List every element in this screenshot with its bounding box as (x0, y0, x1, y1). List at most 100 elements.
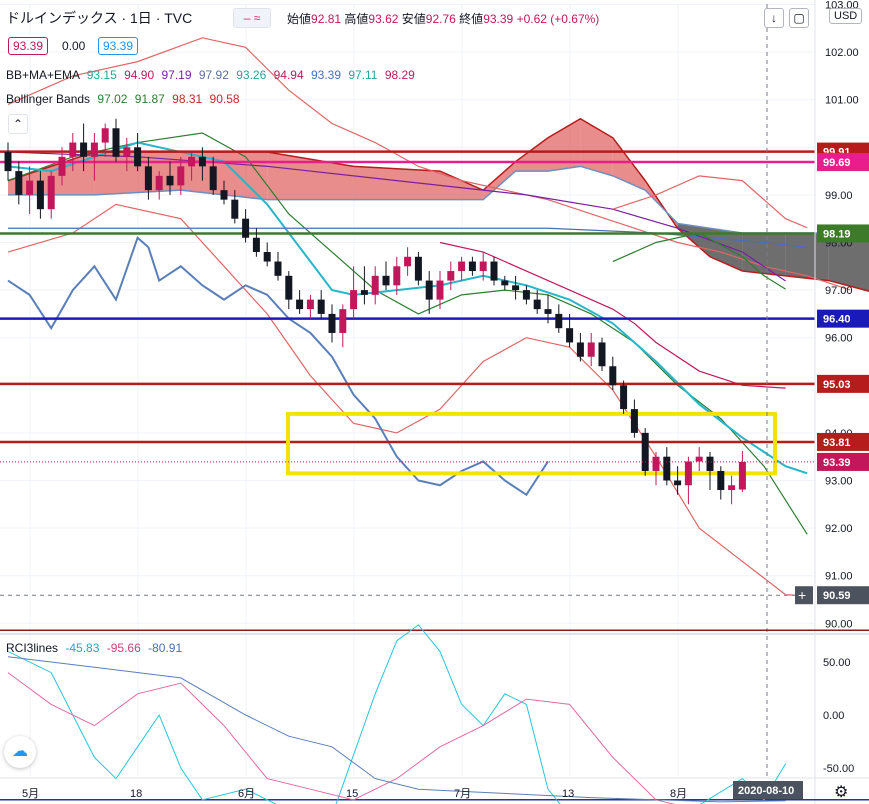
candle-body (296, 299, 304, 310)
candle-body (393, 266, 401, 286)
candle-body (69, 142, 77, 157)
tradingview-logo[interactable]: ☁ (4, 736, 36, 768)
rci-value: -45.83 (65, 641, 100, 655)
candle-body (58, 156, 66, 176)
low-label: 安値 (401, 12, 426, 26)
square-icon: ▢ (793, 11, 805, 25)
indicator-value: 94.94 (273, 68, 304, 82)
high-value: 93.62 (368, 12, 399, 26)
bid-price[interactable]: 93.39 (8, 37, 49, 55)
download-button[interactable]: ↓ (764, 8, 784, 28)
rci-tick-label: 50.00 (823, 657, 851, 669)
indicator-legend-bbmaema[interactable]: BB+MA+EMA 93.15 94.90 97.19 97.92 93.26 … (6, 68, 415, 82)
indicator-value: 93.15 (86, 68, 117, 82)
candle-body (738, 461, 746, 490)
candle-body (382, 275, 390, 286)
candle-body (166, 175, 174, 186)
crosshair-price-label: 90.59 (823, 590, 851, 602)
candle-body (533, 299, 541, 310)
candle-body (663, 456, 671, 481)
candle-body (285, 275, 293, 300)
candle-body (684, 461, 692, 486)
candle-body (144, 166, 152, 191)
candle-body (479, 261, 487, 272)
currency-label: USD (834, 10, 858, 22)
indicator-value: 97.92 (198, 68, 229, 82)
rci-tick-label: 0.00 (823, 710, 844, 722)
candle-body (674, 480, 682, 486)
symbol-title[interactable]: ドルインデックス · 1日 · TVC (6, 8, 192, 28)
candle-body (490, 261, 498, 281)
indicator-legend-bollinger[interactable]: Bollinger Bands 97.02 91.87 98.31 90.58 (6, 92, 240, 106)
candle-body (706, 456, 714, 471)
ask-value: 93.39 (103, 39, 134, 53)
indicator-value: 97.19 (161, 68, 192, 82)
candle-body (274, 261, 282, 276)
candle-body (209, 166, 217, 191)
candle-body (263, 252, 271, 262)
time-tick-label: 18 (130, 788, 142, 800)
price-tick-label: 96.00 (825, 333, 853, 345)
indicator-name: Bollinger Bands (6, 92, 91, 106)
candle-body (587, 342, 595, 357)
time-tick-label: 15 (346, 788, 358, 800)
open-label: 始値 (287, 12, 312, 26)
price-tick-label: 99.00 (825, 190, 853, 202)
change-value: +0.62 (+0.67%) (516, 12, 600, 26)
fullscreen-button[interactable]: ▢ (789, 8, 809, 28)
high-label: 高値 (344, 12, 369, 26)
chart-canvas[interactable]: 103.00102.00101.00100.0099.0098.0097.009… (0, 0, 869, 804)
candle-body (522, 290, 530, 300)
candle-body (447, 271, 455, 281)
symbol-title-text: ドルインデックス · 1日 · TVC (6, 10, 193, 26)
price-tick-label: 97.00 (825, 285, 853, 297)
plus-icon: + (798, 587, 806, 603)
candle-body (112, 128, 120, 157)
settings-gear-icon[interactable]: ⚙ (834, 782, 848, 802)
highlight-box (286, 411, 777, 476)
rci-line (7, 656, 786, 803)
collapse-legend-button[interactable]: ⌃ (8, 114, 28, 134)
spread-value: 0.00 (62, 39, 86, 53)
candle-body (15, 171, 23, 195)
price-tick-label: 101.00 (825, 95, 859, 107)
time-tick-label: 13 (562, 788, 574, 800)
low-value: 92.76 (425, 12, 456, 26)
chevron-up-icon: ⌃ (12, 117, 24, 131)
toggle-icon: – ≈ (243, 11, 261, 25)
indicator-value: 98.29 (384, 68, 415, 82)
gridlines (0, 4, 815, 776)
candle-body (90, 142, 98, 157)
currency-badge[interactable]: USD (829, 8, 863, 24)
indicator-value: 93.39 (310, 68, 341, 82)
candle-body (198, 156, 206, 167)
bid-value: 93.39 (13, 39, 44, 53)
candle-body (155, 175, 163, 191)
candle-body (576, 342, 584, 357)
time-tick-label: 6月 (238, 788, 255, 800)
candle-body (501, 280, 509, 286)
candle-body (512, 285, 520, 291)
candle-body (436, 280, 444, 300)
candle-body (4, 152, 12, 172)
rci-legend[interactable]: RCI3lines -45.83 -95.66 -80.91 (6, 641, 182, 655)
candle-body (101, 128, 109, 143)
price-tick-label: 93.00 (825, 476, 853, 488)
chart-window: 103.00102.00101.00100.0099.0098.0097.009… (0, 0, 869, 804)
ichimoku-cloud-bullish (483, 161, 516, 200)
candle-body (231, 199, 239, 219)
candle-body (630, 409, 638, 433)
rci-value: -95.66 (106, 641, 141, 655)
candle-body (328, 313, 336, 333)
ask-price[interactable]: 93.39 (98, 37, 139, 55)
candle-body (695, 456, 703, 462)
candle-body (306, 299, 314, 310)
candle-body (80, 142, 88, 157)
compare-toggle-button[interactable]: – ≈ (233, 8, 271, 28)
close-label: 終値 (459, 12, 484, 26)
rci-value: -80.91 (148, 641, 183, 655)
price-tick-label: 92.00 (825, 523, 853, 535)
candle-body (544, 309, 552, 314)
ohlc-legend: 始値92.81 高値93.62 安値92.76 終値93.39 +0.62 (+… (287, 10, 599, 27)
candle-body (641, 432, 649, 471)
